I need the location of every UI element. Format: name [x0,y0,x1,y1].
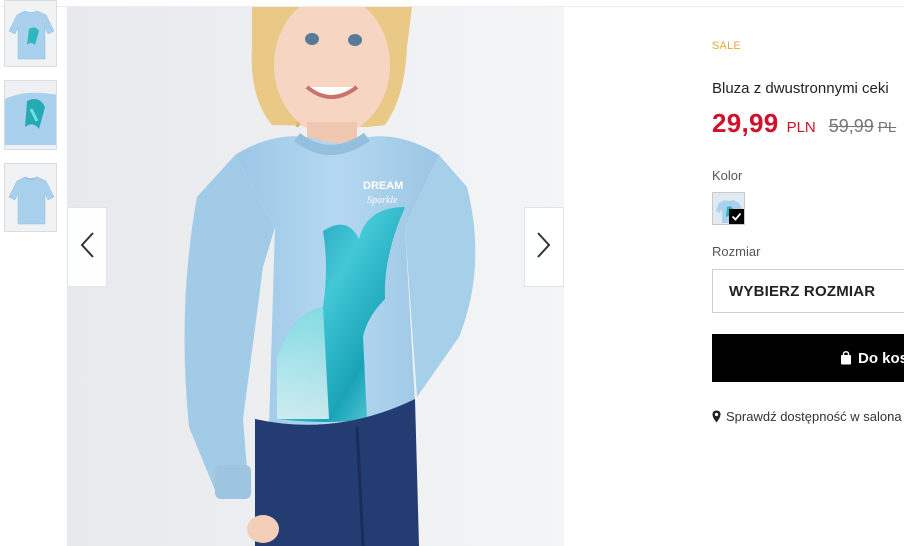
print-text-sparkle: Sparkle [367,195,398,206]
price-old-currency: PL [877,119,897,136]
gallery-prev-button[interactable] [67,207,107,287]
map-pin-icon [712,410,721,423]
gallery-next-button[interactable] [524,207,564,287]
thumbnail-3[interactable] [4,163,57,232]
size-label: Rozmiar [712,244,761,259]
price-current: 29,99 [712,108,779,138]
price-old: 59,99 [828,116,874,136]
store-availability-link[interactable]: Sprawdź dostępność w salona [712,409,902,424]
chevron-left-icon [79,231,95,264]
product-main-image: DREAM Sparkle [67,7,564,546]
product-page: DREAM Sparkle SALE Bluza z dwustronnymi … [0,0,904,546]
sale-badge: SALE [712,40,741,52]
chevron-right-icon [536,231,552,264]
add-to-cart-button[interactable]: Do kos [712,334,904,382]
price-row: 29,99 PLN 59,99 PL [712,108,896,139]
store-availability-label: Sprawdź dostępność w salona [726,409,902,424]
thumbnail-2[interactable] [4,80,57,150]
check-icon [729,209,744,224]
print-text-dream: DREAM [363,180,403,192]
shopping-bag-icon [840,351,852,365]
product-title: Bluza z dwustronnymi ceki [712,80,889,97]
color-swatch[interactable] [712,192,745,225]
size-select[interactable]: WYBIERZ ROZMIAR [712,269,904,313]
add-to-cart-label: Do kos [858,349,904,367]
price-currency: PLN [786,119,816,136]
color-label: Kolor [712,168,743,183]
thumbnail-1[interactable] [4,0,57,67]
